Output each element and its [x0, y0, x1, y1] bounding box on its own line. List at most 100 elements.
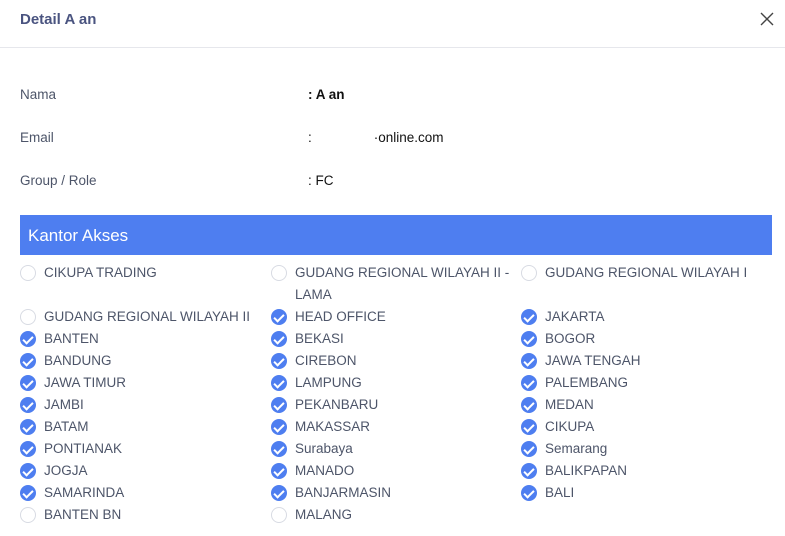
- check-circle-icon[interactable]: [521, 419, 537, 435]
- office-label: SAMARINDA: [44, 485, 125, 500]
- office-item[interactable]: BALIKPAPAN: [521, 460, 771, 482]
- office-label: BOGOR: [545, 331, 596, 346]
- office-item[interactable]: JOGJA: [20, 460, 260, 482]
- office-item[interactable]: CIREBON: [271, 350, 511, 372]
- check-circle-icon[interactable]: [20, 353, 36, 369]
- close-icon[interactable]: [759, 11, 775, 27]
- office-item[interactable]: GUDANG REGIONAL WILAYAH II: [20, 306, 260, 328]
- empty-circle-icon[interactable]: [521, 265, 537, 281]
- check-circle-icon[interactable]: [20, 375, 36, 391]
- office-label: HEAD OFFICE: [295, 309, 386, 324]
- modal-title: Detail A an: [20, 11, 97, 28]
- check-circle-icon[interactable]: [20, 485, 36, 501]
- office-item[interactable]: JAMBI: [20, 394, 260, 416]
- check-circle-icon[interactable]: [521, 309, 537, 325]
- check-circle-icon[interactable]: [20, 331, 36, 347]
- office-label: BANTEN BN: [44, 507, 122, 522]
- field-label: Group / Role: [20, 173, 97, 188]
- check-circle-icon[interactable]: [20, 463, 36, 479]
- office-label: PONTIANAK: [44, 441, 123, 456]
- check-circle-icon[interactable]: [271, 353, 287, 369]
- office-label: GUDANG REGIONAL WILAYAH I: [545, 265, 748, 280]
- field-label: Nama: [20, 87, 57, 102]
- office-item[interactable]: MEDAN: [521, 394, 771, 416]
- check-circle-icon[interactable]: [271, 375, 287, 391]
- office-label: MAKASSAR: [295, 419, 371, 434]
- check-circle-icon[interactable]: [271, 397, 287, 413]
- office-item[interactable]: LAMPUNG: [271, 372, 511, 394]
- empty-circle-icon[interactable]: [20, 265, 36, 281]
- office-label: BANDUNG: [44, 353, 112, 368]
- empty-circle-icon[interactable]: [20, 309, 36, 325]
- check-circle-icon[interactable]: [271, 419, 287, 435]
- check-circle-icon[interactable]: [20, 419, 36, 435]
- office-label: CIKUPA TRADING: [44, 265, 157, 280]
- email-domain: ·online.com: [373, 130, 444, 145]
- modal-header: Detail A an: [0, 0, 785, 48]
- office-item[interactable]: GUDANG REGIONAL WILAYAH II - LAMA: [271, 262, 511, 306]
- office-item[interactable]: BALI: [521, 482, 771, 504]
- check-circle-icon[interactable]: [521, 375, 537, 391]
- office-label: BALIKPAPAN: [545, 463, 628, 478]
- office-item[interactable]: SAMARINDA: [20, 482, 260, 504]
- office-item[interactable]: GUDANG REGIONAL WILAYAH I: [521, 262, 771, 284]
- office-item[interactable]: BANDUNG: [20, 350, 260, 372]
- office-label: JAWA TIMUR: [44, 375, 127, 390]
- office-item[interactable]: MALANG: [271, 504, 511, 526]
- check-circle-icon[interactable]: [521, 485, 537, 501]
- check-circle-icon[interactable]: [20, 441, 36, 457]
- check-circle-icon[interactable]: [271, 463, 287, 479]
- check-circle-icon[interactable]: [521, 441, 537, 457]
- office-item[interactable]: BEKASI: [271, 328, 511, 350]
- office-item[interactable]: Surabaya: [271, 438, 511, 460]
- detail-modal: Detail A an Nama : A an Email : ·online.c…: [0, 0, 785, 536]
- office-label: BEKASI: [295, 331, 344, 346]
- office-label: PEKANBARU: [295, 397, 379, 412]
- office-label: MALANG: [295, 507, 353, 522]
- office-item[interactable]: JAWA TENGAH: [521, 350, 771, 372]
- empty-circle-icon[interactable]: [20, 507, 36, 523]
- empty-circle-icon[interactable]: [271, 507, 287, 523]
- check-circle-icon[interactable]: [521, 463, 537, 479]
- office-label: JOGJA: [44, 463, 88, 478]
- office-item[interactable]: Semarang: [521, 438, 771, 460]
- office-item[interactable]: CIKUPA TRADING: [20, 262, 260, 284]
- office-label: LAMPUNG: [295, 375, 362, 390]
- office-item[interactable]: PEKANBARU: [271, 394, 511, 416]
- office-label: GUDANG REGIONAL WILAYAH II - LAMA: [295, 265, 510, 302]
- office-item[interactable]: BANTEN BN: [20, 504, 260, 526]
- office-item[interactable]: JAWA TIMUR: [20, 372, 260, 394]
- office-item[interactable]: MANADO: [271, 460, 511, 482]
- office-label: JAMBI: [44, 397, 84, 412]
- office-item[interactable]: HEAD OFFICE: [271, 306, 511, 328]
- office-item[interactable]: BANTEN: [20, 328, 260, 350]
- office-label: JAWA TENGAH: [545, 353, 641, 368]
- office-label: CIKUPA: [545, 419, 595, 434]
- check-circle-icon[interactable]: [521, 353, 537, 369]
- email-prefix: :: [308, 130, 312, 145]
- office-label: Semarang: [545, 441, 608, 456]
- check-circle-icon[interactable]: [271, 485, 287, 501]
- check-circle-icon[interactable]: [271, 309, 287, 325]
- check-circle-icon[interactable]: [20, 397, 36, 413]
- check-circle-icon[interactable]: [271, 331, 287, 347]
- check-circle-icon[interactable]: [521, 397, 537, 413]
- office-item[interactable]: JAKARTA: [521, 306, 771, 328]
- check-circle-icon[interactable]: [521, 331, 537, 347]
- office-item[interactable]: BANJARMASIN: [271, 482, 511, 504]
- office-item[interactable]: PONTIANAK: [20, 438, 260, 460]
- empty-circle-icon[interactable]: [271, 265, 287, 281]
- office-label: CIREBON: [295, 353, 357, 368]
- office-item[interactable]: BATAM: [20, 416, 260, 438]
- office-label: GUDANG REGIONAL WILAYAH II: [44, 309, 251, 324]
- office-item[interactable]: MAKASSAR: [271, 416, 511, 438]
- office-label: JAKARTA: [545, 309, 605, 324]
- office-item[interactable]: CIKUPA: [521, 416, 771, 438]
- office-label: Surabaya: [295, 441, 353, 456]
- office-label: BANJARMASIN: [295, 485, 392, 500]
- section-title: Kantor Akses: [28, 226, 129, 245]
- office-item[interactable]: PALEMBANG: [521, 372, 771, 394]
- check-circle-icon[interactable]: [271, 441, 287, 457]
- office-label: MEDAN: [545, 397, 594, 412]
- office-item[interactable]: BOGOR: [521, 328, 771, 350]
